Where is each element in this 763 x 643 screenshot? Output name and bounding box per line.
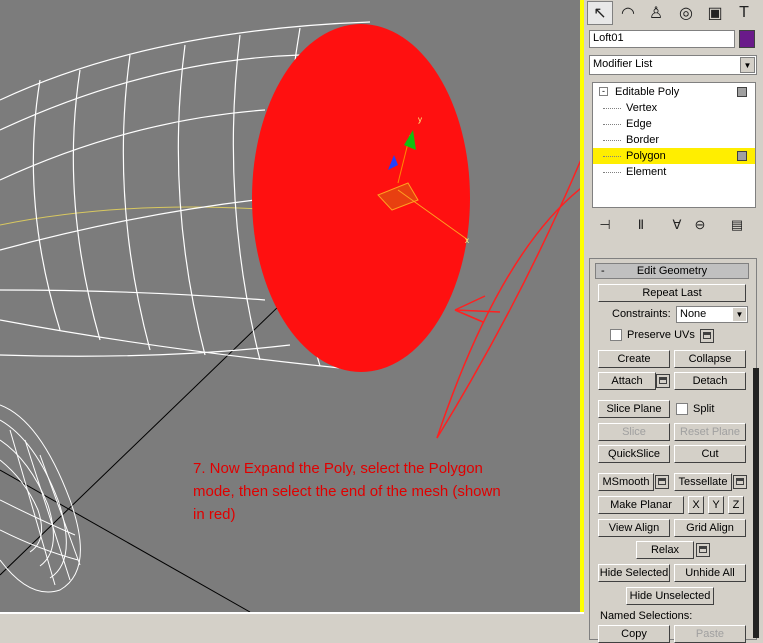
stack-item-label: Vertex: [626, 102, 658, 114]
stack-item-label: Polygon: [626, 150, 666, 162]
attach-settings-icon[interactable]: [656, 374, 670, 388]
hide-selected-button[interactable]: Hide Selected: [598, 564, 670, 582]
collapse-button[interactable]: Collapse: [674, 350, 746, 368]
planar-x-button[interactable]: X: [688, 496, 704, 514]
subobject-toggle-icon[interactable]: [737, 151, 747, 161]
copy-button[interactable]: Copy: [598, 625, 670, 643]
remove-modifier-icon[interactable]: ⊖: [691, 216, 709, 234]
stack-item-vertex[interactable]: Vertex: [593, 100, 755, 116]
stack-item-label: Border: [626, 134, 660, 146]
motion-tab-icon[interactable]: ◎: [673, 1, 699, 25]
cut-button[interactable]: Cut: [674, 445, 746, 463]
tree-line: [603, 156, 621, 158]
selected-polygon-face[interactable]: [252, 24, 470, 372]
collapse-sign: -: [601, 265, 605, 277]
stack-item-label: Edge: [626, 118, 652, 130]
tutorial-annotation: 7. Now Expand the Poly, select the Polyg…: [193, 457, 553, 526]
annotation-line: mode, then select the end of the mesh (s…: [193, 483, 501, 500]
preserve-uvs-checkbox[interactable]: [610, 329, 622, 341]
settings-icon[interactable]: [700, 329, 714, 343]
msmooth-settings-icon[interactable]: [655, 475, 669, 489]
tessellate-button[interactable]: Tessellate: [674, 473, 732, 491]
stack-item-editable-poly[interactable]: - Editable Poly: [593, 84, 755, 100]
edit-geometry-rollout: - Edit Geometry Repeat Last Constraints:…: [589, 258, 757, 643]
view-align-button[interactable]: View Align: [598, 519, 670, 537]
quickslice-button[interactable]: QuickSlice: [598, 445, 670, 463]
status-strip: [0, 612, 584, 640]
relax-settings-icon[interactable]: [696, 543, 710, 557]
make-unique-icon[interactable]: ∀: [668, 216, 686, 234]
chevron-down-icon[interactable]: ▼: [733, 308, 746, 321]
object-name-field[interactable]: Loft01: [589, 30, 735, 48]
stack-item-element[interactable]: Element: [593, 164, 755, 180]
constraints-label: Constraints:: [612, 308, 671, 320]
perspective-viewport[interactable]: y x 7. Now Expand the Poly, select the P…: [0, 0, 580, 612]
constraints-dropdown[interactable]: None ▼: [676, 306, 748, 323]
stack-toolbar: ⊣ Ⅱ ∀ ⊖ ▤: [592, 214, 756, 236]
modifier-toggle-icon[interactable]: [737, 87, 747, 97]
create-button[interactable]: Create: [598, 350, 670, 368]
slice-plane-button[interactable]: Slice Plane: [598, 400, 670, 418]
msmooth-button[interactable]: MSmooth: [598, 473, 654, 491]
tree-line: [603, 172, 621, 174]
planar-z-button[interactable]: Z: [728, 496, 744, 514]
object-color-swatch[interactable]: [739, 30, 755, 48]
preserve-uvs-label: Preserve UVs: [627, 329, 695, 341]
planar-y-button[interactable]: Y: [708, 496, 724, 514]
unhide-all-button[interactable]: Unhide All: [674, 564, 746, 582]
pin-stack-icon[interactable]: ⊣: [596, 216, 614, 234]
utilities-tab-icon[interactable]: T: [731, 1, 757, 25]
hierarchy-tab-icon[interactable]: ♙: [643, 1, 669, 25]
rollout-header[interactable]: - Edit Geometry: [595, 263, 749, 279]
grid-align-button[interactable]: Grid Align: [674, 519, 746, 537]
make-planar-button[interactable]: Make Planar: [598, 496, 684, 514]
named-selections-label: Named Selections:: [600, 610, 693, 622]
rollout-title: Edit Geometry: [636, 265, 708, 277]
tree-line: [603, 108, 621, 110]
configure-modifier-sets-icon[interactable]: ▤: [728, 216, 746, 234]
attach-button[interactable]: Attach: [598, 372, 656, 390]
paste-button[interactable]: Paste: [674, 625, 746, 643]
display-tab-icon[interactable]: ▣: [702, 1, 728, 25]
detach-button[interactable]: Detach: [674, 372, 746, 390]
modifier-stack[interactable]: - Editable Poly Vertex Edge Border Polyg…: [592, 82, 756, 208]
stack-item-edge[interactable]: Edge: [593, 116, 755, 132]
split-checkbox[interactable]: [676, 403, 688, 415]
stack-item-polygon[interactable]: Polygon: [593, 148, 755, 164]
annotation-line: 7. Now Expand the Poly, select the Polyg…: [193, 460, 483, 477]
modifier-list-dropdown[interactable]: Modifier List ▼: [589, 55, 757, 75]
stack-item-label: Editable Poly: [615, 86, 680, 98]
stack-item-border[interactable]: Border: [593, 132, 755, 148]
modifier-list-label: Modifier List: [593, 58, 653, 70]
svg-text:x: x: [465, 236, 469, 245]
annotation-line: in red): [193, 506, 236, 523]
constraints-value: None: [680, 308, 707, 320]
tessellate-settings-icon[interactable]: [733, 475, 747, 489]
hide-unselected-button[interactable]: Hide Unselected: [626, 587, 714, 605]
repeat-last-button[interactable]: Repeat Last: [598, 284, 746, 302]
panel-scrollbar[interactable]: [753, 368, 759, 638]
slice-button[interactable]: Slice: [598, 423, 670, 441]
tree-line: [603, 140, 621, 142]
collapse-icon[interactable]: -: [599, 87, 608, 96]
modify-tab-icon[interactable]: ◠: [615, 1, 641, 25]
show-end-result-icon[interactable]: Ⅱ: [632, 216, 650, 234]
command-panel: ↖ ◠ ♙ ◎ ▣ T Loft01 Modifier List ▼ - Edi…: [584, 0, 763, 643]
tree-line: [603, 124, 621, 126]
create-tab-icon[interactable]: ↖: [587, 1, 613, 25]
stack-item-label: Element: [626, 166, 667, 178]
svg-text:y: y: [418, 115, 422, 124]
chevron-down-icon[interactable]: ▼: [740, 57, 755, 73]
relax-button[interactable]: Relax: [636, 541, 694, 559]
split-label: Split: [693, 403, 715, 415]
reset-plane-button[interactable]: Reset Plane: [674, 423, 746, 441]
